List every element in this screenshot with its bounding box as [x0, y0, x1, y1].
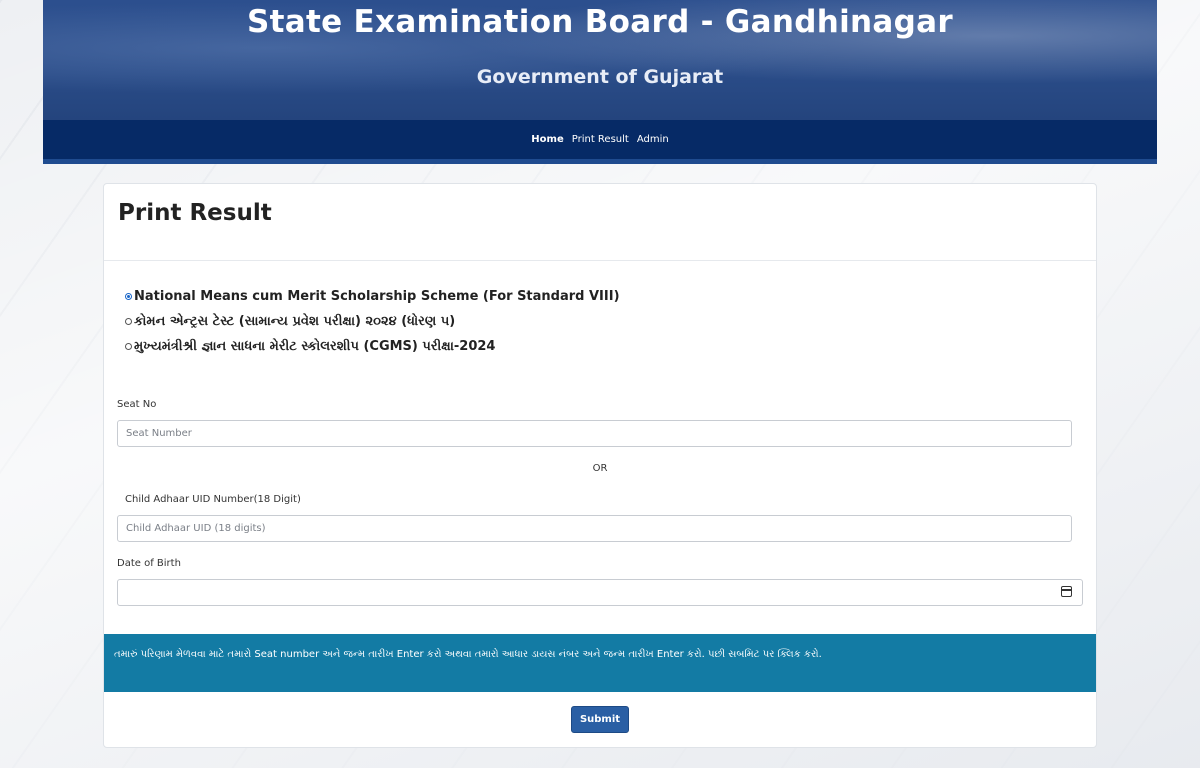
date-of-birth-input[interactable]	[117, 579, 1083, 606]
radio-label-common-entrance: કોમન એન્ટ્રસ ટેસ્ટ (સામાન્ય પ્રવેશ પરીક્…	[134, 314, 456, 329]
radio-cgms[interactable]: મુખ્યમંત્રીશ્રી જ્ઞાન સાધના મેરીટ સ્કોલર…	[125, 339, 495, 354]
radio-label-nmms: National Means cum Merit Scholarship Sch…	[134, 289, 620, 304]
site-title: State Examination Board - Gandhinagar	[247, 4, 953, 40]
card-header: Print Result	[104, 184, 1096, 261]
seat-number-input[interactable]	[117, 420, 1072, 447]
radio-common-entrance[interactable]: કોમન એન્ટ્રસ ટેસ્ટ (સામાન્ય પ્રવેશ પરીક્…	[125, 314, 455, 329]
aadhaar-uid-input[interactable]	[117, 515, 1072, 542]
radio-unchecked-icon[interactable]	[125, 318, 132, 325]
or-separator: OR	[592, 463, 608, 474]
submit-button[interactable]: Submit	[571, 706, 629, 733]
aadhaar-label: Child Adhaar UID Number(18 Digit)	[125, 494, 301, 505]
nav-admin[interactable]: Admin	[637, 134, 669, 145]
print-result-card: Print Result National Means cum Merit Sc…	[103, 183, 1097, 748]
instruction-text: તમારું પરિણામ મેળવવા માટે તમારો Seat num…	[114, 649, 822, 660]
calendar-icon[interactable]	[1061, 586, 1072, 597]
radio-label-cgms: મુખ્યમંત્રીશ્રી જ્ઞાન સાધના મેરીટ સ્કોલર…	[134, 339, 496, 354]
dob-label: Date of Birth	[117, 558, 181, 569]
page-title: Print Result	[118, 200, 272, 226]
instruction-banner: તમારું પરિણામ મેળવવા માટે તમારો Seat num…	[104, 634, 1096, 692]
radio-checked-icon[interactable]	[125, 293, 132, 300]
nav-home[interactable]: Home	[531, 134, 563, 145]
site-subtitle: Government of Gujarat	[476, 66, 724, 88]
radio-unchecked-icon[interactable]	[125, 343, 132, 350]
radio-nmms[interactable]: National Means cum Merit Scholarship Sch…	[125, 289, 620, 304]
site-banner: State Examination Board - Gandhinagar Go…	[43, 0, 1157, 120]
nav-print-result[interactable]: Print Result	[572, 134, 629, 145]
main-navbar: Home Print Result Admin	[43, 120, 1157, 164]
seat-no-label: Seat No	[117, 399, 157, 410]
